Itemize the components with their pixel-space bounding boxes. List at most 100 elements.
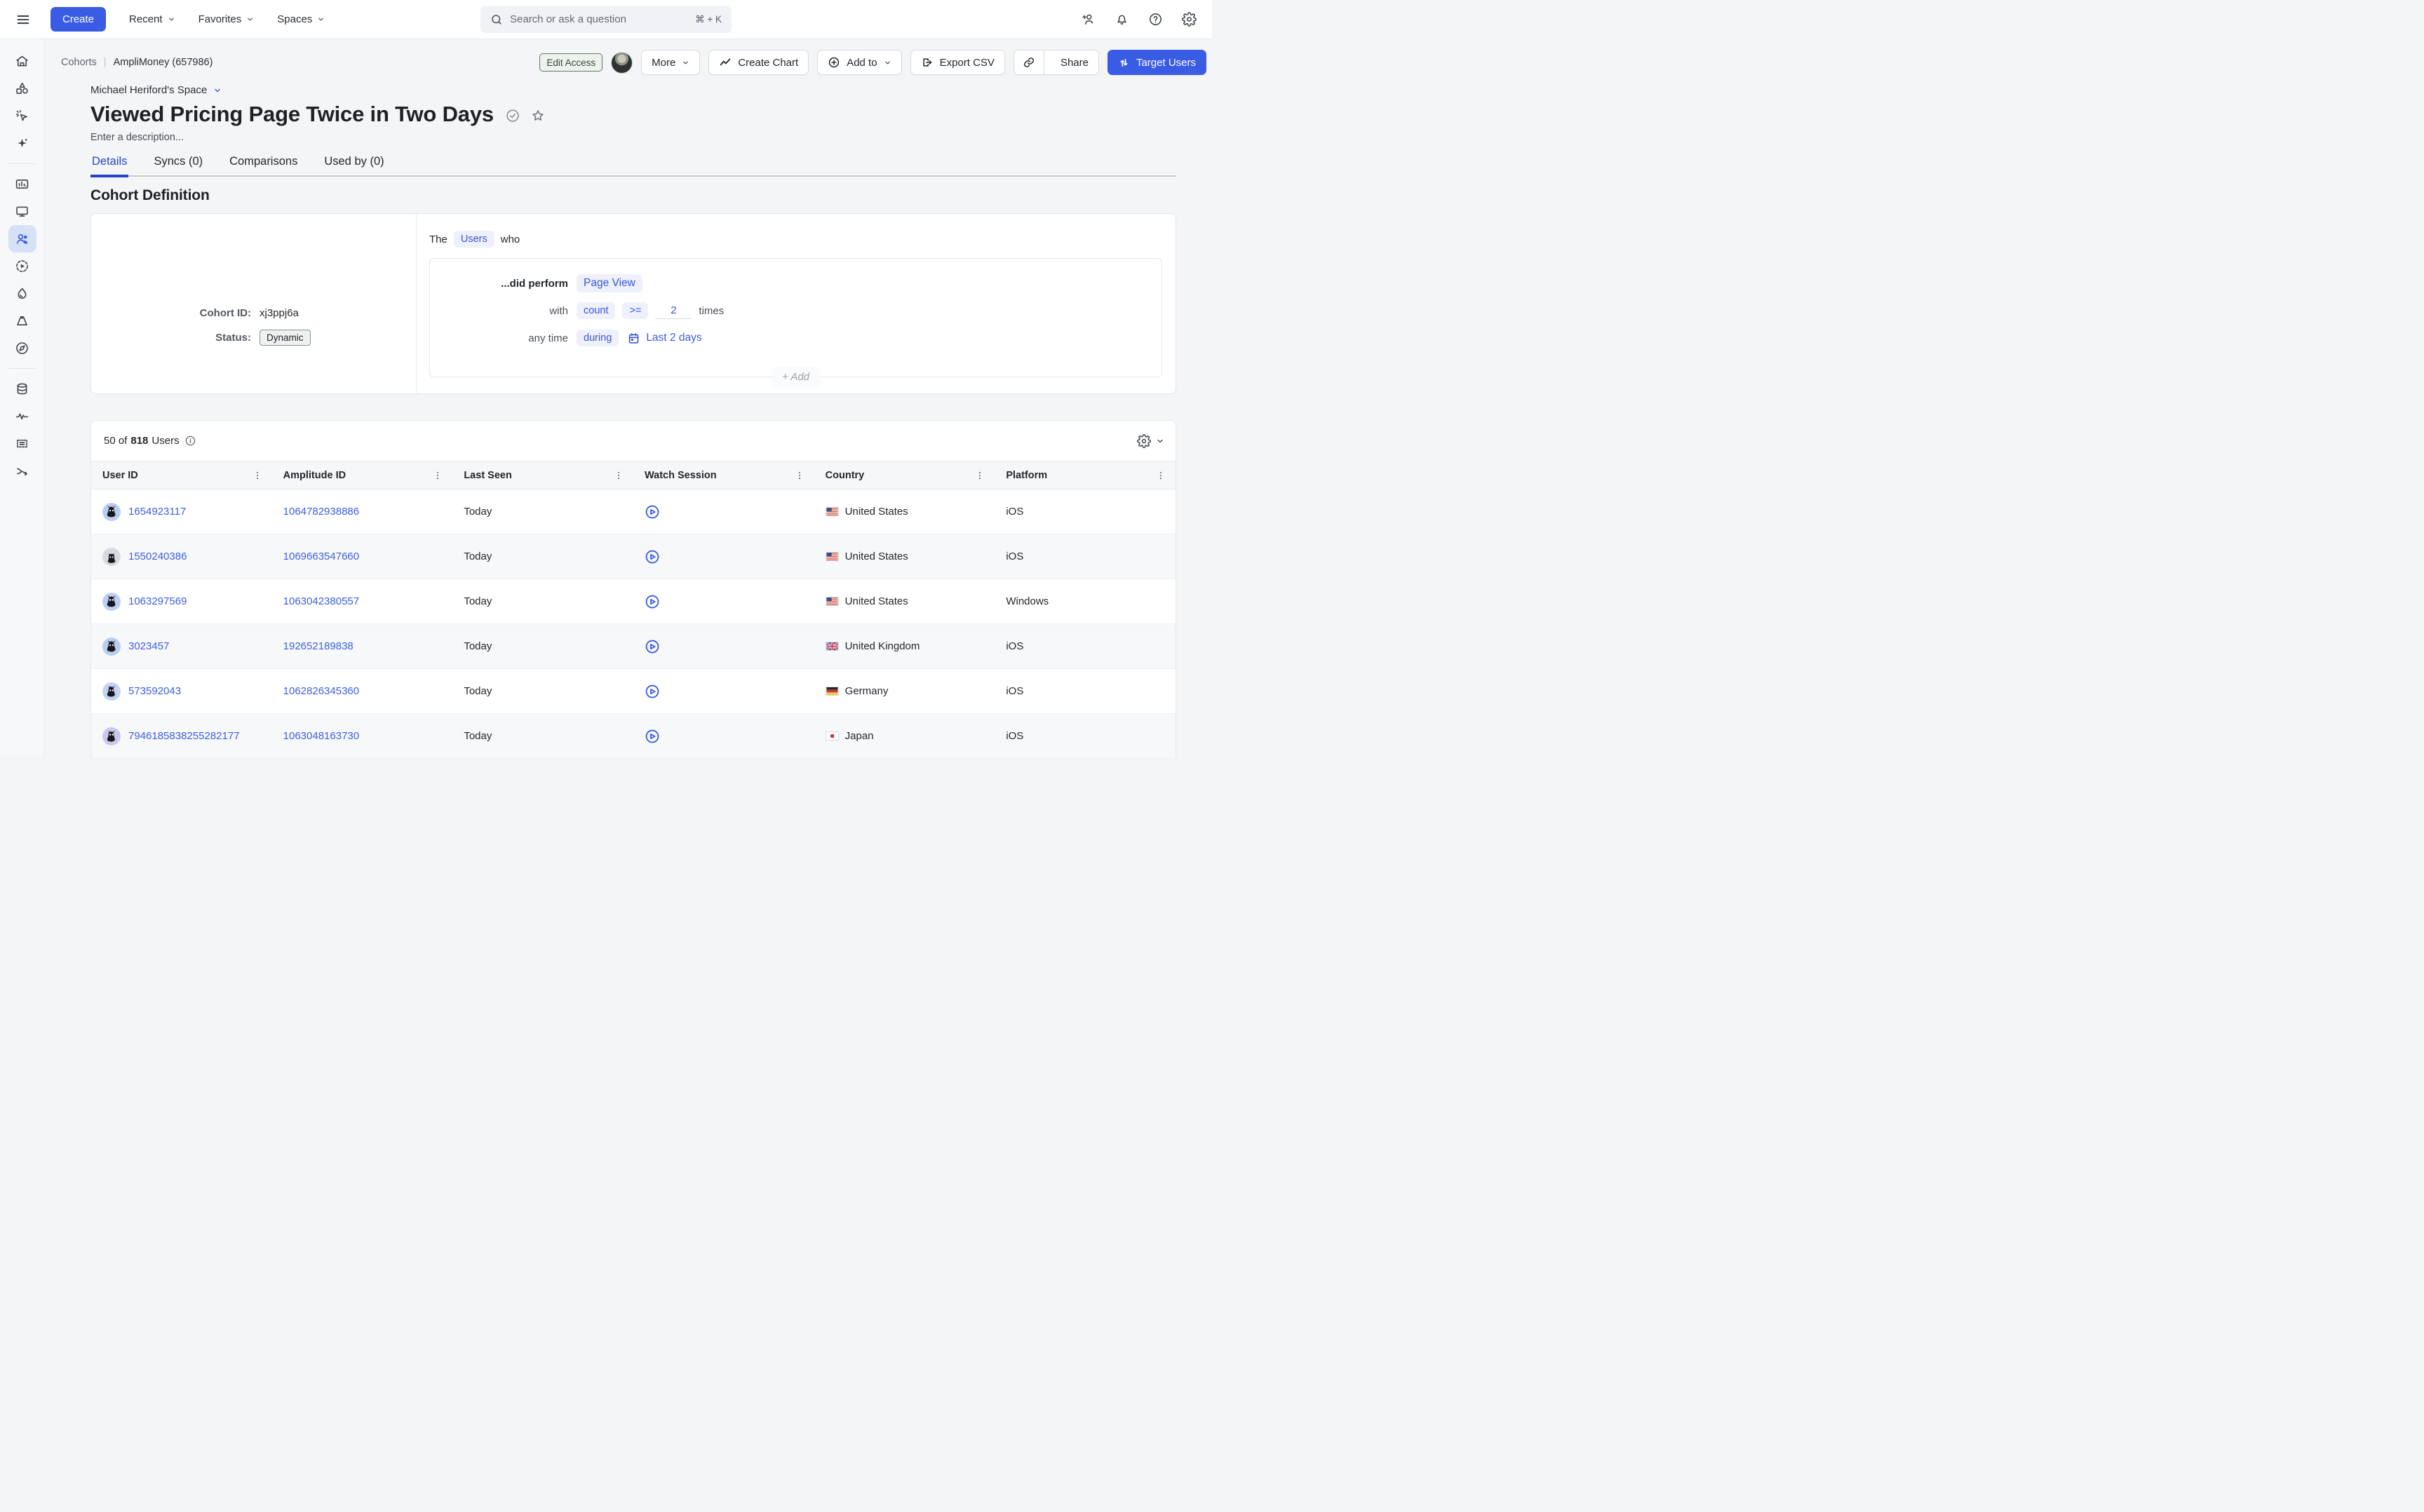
- amplitude-id-link[interactable]: 1063048163730: [283, 730, 359, 742]
- chevron-down-icon: [682, 59, 689, 67]
- with-label: with: [430, 305, 568, 317]
- info-icon[interactable]: [184, 435, 196, 447]
- top-navbar: Create Recent Favorites Spaces Search or…: [0, 0, 1212, 39]
- description-input[interactable]: Enter a description...: [90, 132, 1176, 143]
- column-menu-icon[interactable]: [795, 471, 804, 480]
- space-selector[interactable]: Michael Heriford's Space: [90, 84, 222, 96]
- share-button[interactable]: Share: [1014, 50, 1099, 75]
- target-users-button[interactable]: Target Users: [1107, 50, 1206, 75]
- flame-icon[interactable]: [8, 280, 36, 307]
- search-input[interactable]: Search or ask a question ⌘ + K: [480, 6, 732, 33]
- watch-session-play-button[interactable]: [645, 729, 660, 744]
- clause-box: ...did perform Page View with count >= 2…: [429, 258, 1162, 377]
- action-buttons: Edit Access More Create Chart Add to Exp…: [539, 50, 1206, 75]
- help-icon[interactable]: [1148, 12, 1163, 27]
- search-placeholder: Search or ask a question: [510, 13, 688, 25]
- subject-selector[interactable]: Users: [454, 231, 494, 248]
- user-id-link[interactable]: 1063297569: [128, 595, 187, 607]
- column-menu-icon[interactable]: [252, 471, 262, 480]
- settings-gear-icon[interactable]: [1182, 12, 1197, 27]
- monitor-icon[interactable]: [8, 198, 36, 225]
- menu-spaces[interactable]: Spaces: [277, 13, 325, 25]
- user-id-link[interactable]: 3023457: [128, 640, 169, 652]
- user-avatar: [102, 593, 121, 611]
- table-row: 573592043 1062826345360 Today Germany iO…: [91, 669, 1176, 714]
- column-menu-icon[interactable]: [433, 471, 443, 480]
- aggregation-selector[interactable]: count: [577, 302, 615, 319]
- add-to-button[interactable]: Add to: [817, 50, 901, 75]
- table-row: 1063297569 1063042380557 Today United St…: [91, 579, 1176, 624]
- notifications-bell-icon[interactable]: [1115, 12, 1129, 27]
- definition-builder: The Users who ...did perform Page View w…: [417, 214, 1176, 393]
- user-id-link[interactable]: 1654923117: [128, 506, 186, 518]
- sidebar-divider: [9, 368, 36, 369]
- watch-session-play-button[interactable]: [645, 684, 660, 699]
- user-avatar: [102, 548, 121, 566]
- date-range-selector[interactable]: Last 2 days: [627, 332, 701, 345]
- section-heading: Cohort Definition: [90, 187, 1176, 204]
- cursor-click-icon[interactable]: [8, 102, 36, 130]
- users-icon[interactable]: [8, 225, 36, 252]
- export-csv-button[interactable]: Export CSV: [910, 50, 1005, 75]
- event-selector[interactable]: Page View: [577, 274, 642, 292]
- breadcrumb-cohorts-link[interactable]: Cohorts: [61, 57, 97, 68]
- play-circle-icon[interactable]: [8, 252, 36, 280]
- during-selector[interactable]: during: [577, 330, 619, 346]
- pulse-icon[interactable]: [8, 403, 36, 430]
- more-button[interactable]: More: [641, 50, 700, 75]
- edit-access-badge[interactable]: Edit Access: [539, 53, 602, 72]
- tab-used-by[interactable]: Used by (0): [323, 155, 385, 175]
- compass-icon[interactable]: [8, 335, 36, 362]
- user-avatar: [102, 637, 121, 656]
- create-chart-button[interactable]: Create Chart: [708, 50, 809, 75]
- amplitude-id-link[interactable]: 192652189838: [283, 640, 354, 652]
- create-button[interactable]: Create: [50, 7, 106, 32]
- platform-cell: iOS: [995, 551, 1176, 562]
- amplitude-id-link[interactable]: 1063042380557: [283, 595, 359, 607]
- menu-recent[interactable]: Recent: [129, 13, 175, 25]
- amplitude-id-link[interactable]: 1062826345360: [283, 685, 359, 697]
- verified-badge-icon[interactable]: [505, 108, 520, 123]
- column-menu-icon[interactable]: [614, 471, 624, 480]
- column-menu-icon[interactable]: [975, 471, 985, 480]
- user-id-link[interactable]: 1550240386: [128, 551, 187, 562]
- page-title[interactable]: Viewed Pricing Page Twice in Two Days: [90, 102, 494, 127]
- add-user-icon[interactable]: [1081, 12, 1096, 27]
- amplitude-id-link[interactable]: 1069663547660: [283, 551, 359, 562]
- add-clause-button[interactable]: + Add: [772, 367, 820, 387]
- home-icon[interactable]: [8, 48, 36, 75]
- watch-session-play-button[interactable]: [645, 549, 660, 565]
- user-id-link[interactable]: 573592043: [128, 685, 181, 697]
- table-settings-button[interactable]: [1137, 434, 1164, 448]
- menu-favorites[interactable]: Favorites: [198, 13, 255, 25]
- table-row: 3023457 192652189838 Today United Kingdo…: [91, 624, 1176, 669]
- hamburger-menu-icon[interactable]: [15, 11, 32, 28]
- times-label: times: [699, 305, 724, 317]
- count-value-input[interactable]: 2: [655, 302, 692, 319]
- breadcrumb-project-link[interactable]: AmpliMoney (657986): [114, 57, 213, 68]
- database-icon[interactable]: [8, 375, 36, 403]
- watch-session-play-button[interactable]: [645, 639, 660, 654]
- tab-comparisons[interactable]: Comparisons: [228, 155, 299, 175]
- user-id-link[interactable]: 7946185838255282177: [128, 730, 240, 742]
- amplitude-id-link[interactable]: 1064782938886: [283, 506, 359, 518]
- owner-avatar[interactable]: [611, 52, 633, 74]
- watch-session-play-button[interactable]: [645, 594, 660, 609]
- watch-session-play-button[interactable]: [645, 504, 660, 520]
- operator-selector[interactable]: >=: [622, 302, 648, 319]
- tab-syncs[interactable]: Syncs (0): [152, 155, 204, 175]
- last-seen-cell: Today: [452, 685, 633, 697]
- tab-details[interactable]: Details: [90, 155, 128, 175]
- table-row: 1654923117 1064782938886 Today United St…: [91, 490, 1176, 534]
- swap-arrows-icon[interactable]: [8, 457, 36, 485]
- bar-chart-board-icon[interactable]: [8, 170, 36, 198]
- star-favorite-icon[interactable]: [530, 108, 546, 123]
- sparkles-icon[interactable]: [8, 130, 36, 157]
- frame-icon[interactable]: [8, 430, 36, 457]
- user-avatar: [102, 503, 121, 521]
- shapes-icon[interactable]: [8, 75, 36, 102]
- column-menu-icon[interactable]: [1156, 471, 1166, 480]
- funnel-icon[interactable]: [8, 307, 36, 335]
- copy-link-icon[interactable]: [1014, 50, 1044, 74]
- breadcrumb-separator: |: [104, 57, 107, 68]
